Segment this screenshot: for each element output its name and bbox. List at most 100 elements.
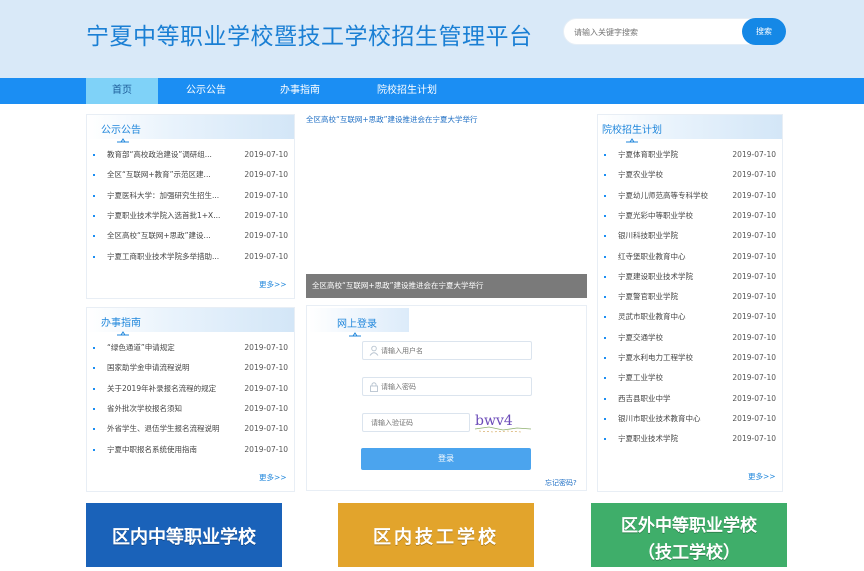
- list-item-date: 2019-07-10: [732, 292, 776, 302]
- bullet-icon: [604, 194, 606, 197]
- list-item-date: 2019-07-10: [244, 210, 288, 220]
- category-button-local-technical[interactable]: 区内技工学校: [338, 503, 534, 567]
- list-item-title: 银川市职业技术教育中心: [618, 413, 701, 423]
- captcha-image[interactable]: bwv4: [473, 411, 535, 435]
- list-item[interactable]: 全区高校“互联网+思政”建设... 2019-07-10: [87, 226, 294, 246]
- list-item[interactable]: 宁夏建设职业技术学院 2019-07-10: [598, 267, 782, 287]
- list-item[interactable]: 宁夏光彩中等职业学校 2019-07-10: [598, 206, 782, 226]
- list-item[interactable]: 国家助学金申请流程说明 2019-07-10: [87, 358, 294, 378]
- category-button-sublabel: （技工学校）: [638, 543, 740, 563]
- plans-more-link[interactable]: 更多>>: [748, 471, 776, 482]
- list-item-date: 2019-07-10: [244, 231, 288, 241]
- captcha-field: [362, 413, 470, 432]
- list-item-title: 银川科技职业学院: [618, 231, 678, 241]
- list-item-date: 2019-07-10: [732, 190, 776, 200]
- list-item[interactable]: 宁夏职业技术学院入选首批1+X... 2019-07-10: [87, 206, 294, 226]
- forgot-password-link[interactable]: 忘记密码?: [545, 478, 577, 488]
- captcha-input[interactable]: [371, 417, 467, 429]
- site-title: 宁夏中等职业学校暨技工学校招生管理平台: [86, 24, 533, 50]
- nav-item-plans[interactable]: 院校招生计划: [362, 78, 452, 104]
- search-box: 搜索: [563, 18, 786, 45]
- banner-caption[interactable]: 全区高校“互联网+思政”建设推进会在宁夏大学举行: [306, 274, 587, 298]
- bullet-icon: [93, 194, 95, 197]
- list-item[interactable]: 宁夏幼儿师范高等专科学校 2019-07-10: [598, 186, 782, 206]
- list-item-date: 2019-07-10: [732, 251, 776, 261]
- list-item[interactable]: 宁夏工业学校 2019-07-10: [598, 368, 782, 388]
- list-item[interactable]: 宁夏医科大学：加强研究生招生... 2019-07-10: [87, 186, 294, 206]
- list-item-date: 2019-07-10: [732, 231, 776, 241]
- guide-panel-title: 办事指南: [101, 318, 141, 329]
- search-button[interactable]: 搜索: [742, 18, 786, 45]
- list-item-date: 2019-07-10: [732, 413, 776, 423]
- bullet-icon: [604, 357, 606, 359]
- bullet-icon: [93, 214, 95, 217]
- user-icon: [369, 345, 379, 356]
- nav-item-notices[interactable]: 公示公告: [170, 78, 242, 104]
- list-item-date: 2019-07-10: [244, 251, 288, 261]
- list-item[interactable]: 宁夏职业技术学院 2019-07-10: [598, 429, 782, 449]
- list-item[interactable]: 宁夏工商职业技术学院多举措助... 2019-07-10: [87, 247, 294, 267]
- list-item-title: 宁夏交通学校: [618, 332, 663, 342]
- list-item-title: 外省学生、退伍学生报名流程说明: [107, 424, 220, 434]
- list-item[interactable]: 西吉县职业中学 2019-07-10: [598, 389, 782, 409]
- list-item[interactable]: 省外批次学校报名须知 2019-07-10: [87, 399, 294, 419]
- list-item-date: 2019-07-10: [244, 190, 288, 200]
- news-banner[interactable]: 全区高校“互联网+思政”建设推进会在宁夏大学举行: [306, 114, 587, 299]
- list-item-title: 国家助学金申请流程说明: [107, 363, 190, 373]
- list-item-title: 宁夏农业学校: [618, 170, 663, 180]
- bullet-icon: [604, 275, 606, 278]
- list-item-title: 宁夏工商职业技术学院多举措助...: [107, 251, 220, 261]
- bullet-icon: [604, 154, 606, 156]
- title-underline-icon: [349, 332, 361, 337]
- nav-item-home[interactable]: 首页: [86, 78, 158, 104]
- category-button-external-vocational[interactable]: 区外中等职业学校 （技工学校）: [591, 503, 787, 567]
- list-item[interactable]: 宁夏交通学校 2019-07-10: [598, 328, 782, 348]
- bullet-icon: [93, 347, 95, 349]
- list-item[interactable]: 教育部“高校政治建设”调研组... 2019-07-10: [87, 145, 294, 165]
- list-item[interactable]: 宁夏农业学校 2019-07-10: [598, 165, 782, 185]
- list-item-date: 2019-07-10: [244, 170, 288, 180]
- list-item[interactable]: 全区“互联网+教育”示范区建... 2019-07-10: [87, 165, 294, 185]
- list-item-date: 2019-07-10: [244, 444, 288, 454]
- list-item-title: 教育部“高校政治建设”调研组...: [107, 150, 212, 159]
- list-item[interactable]: “绿色通道”申请规定 2019-07-10: [87, 338, 294, 358]
- list-item-date: 2019-07-10: [244, 150, 288, 159]
- bullet-icon: [93, 367, 95, 370]
- list-item[interactable]: 宁夏体育职业学院 2019-07-10: [598, 145, 782, 165]
- list-item[interactable]: 红寺堡职业教育中心 2019-07-10: [598, 247, 782, 267]
- list-item-date: 2019-07-10: [732, 353, 776, 362]
- login-button[interactable]: 登录: [361, 448, 531, 470]
- list-item[interactable]: 银川科技职业学院 2019-07-10: [598, 226, 782, 246]
- password-input[interactable]: [381, 381, 521, 393]
- bullet-icon: [93, 448, 95, 451]
- list-item[interactable]: 宁夏水利电力工程学校 2019-07-10: [598, 348, 782, 368]
- list-item-title: 宁夏医科大学：加强研究生招生...: [107, 190, 220, 200]
- bullet-icon: [93, 235, 95, 238]
- bullet-icon: [604, 174, 606, 177]
- list-item[interactable]: 灵武市职业教育中心 2019-07-10: [598, 307, 782, 327]
- notices-panel-title: 公示公告: [101, 125, 141, 136]
- category-button-local-vocational[interactable]: 区内中等职业学校: [86, 503, 282, 567]
- search-input[interactable]: [574, 24, 734, 40]
- bullet-icon: [604, 417, 606, 420]
- bullet-icon: [604, 296, 606, 299]
- list-item[interactable]: 银川市职业技术教育中心 2019-07-10: [598, 409, 782, 429]
- title-underline-icon: [117, 138, 129, 143]
- login-title: 网上登录: [337, 319, 377, 330]
- guide-more-link[interactable]: 更多>>: [259, 472, 287, 483]
- list-item-date: 2019-07-10: [732, 312, 776, 322]
- lock-icon: [370, 382, 378, 392]
- bullet-icon: [604, 377, 606, 380]
- category-button-label: 区内中等职业学校: [112, 527, 256, 548]
- list-item[interactable]: 关于2019年补录报名流程的规定 2019-07-10: [87, 379, 294, 399]
- bullet-icon: [604, 255, 606, 258]
- list-item[interactable]: 宁夏中职报名系统使用指南 2019-07-10: [87, 440, 294, 460]
- bullet-icon: [93, 387, 95, 390]
- list-item[interactable]: 宁夏警官职业学院 2019-07-10: [598, 287, 782, 307]
- bullet-icon: [93, 407, 95, 410]
- bullet-icon: [93, 154, 95, 156]
- username-input[interactable]: [381, 345, 521, 357]
- list-item[interactable]: 外省学生、退伍学生报名流程说明 2019-07-10: [87, 419, 294, 439]
- notices-more-link[interactable]: 更多>>: [259, 279, 287, 290]
- nav-item-guide[interactable]: 办事指南: [264, 78, 336, 104]
